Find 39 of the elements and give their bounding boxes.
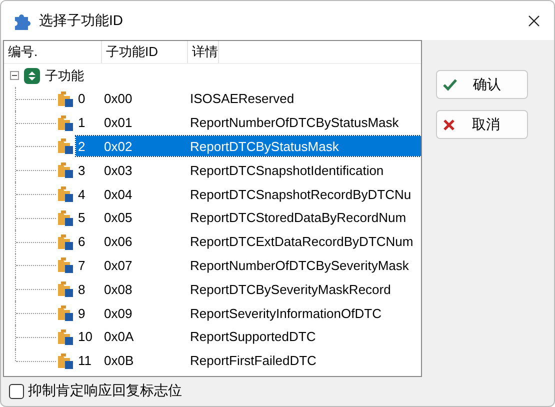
tree-row[interactable]: 6 0x06 ReportDTCExtDataRecordByDTCNum: [76, 232, 421, 252]
folder-icon: [56, 232, 74, 251]
close-icon[interactable]: [528, 14, 540, 26]
close-icon: [443, 118, 455, 130]
tree-row[interactable]: 8 0x08 ReportDTCBySeverityMaskRecord: [76, 279, 421, 300]
tree-root-label[interactable]: 子功能: [45, 66, 84, 84]
tree-row[interactable]: 4 0x04 ReportDTCSnapshotRecordByDTCNu: [76, 184, 421, 204]
folder-icon: [56, 185, 74, 204]
tree-row[interactable]: 11 0x0B ReportFirstFailedDTC: [76, 350, 421, 371]
folder-icon: [56, 256, 74, 274]
column-header[interactable]: 详情: [188, 41, 219, 63]
folder-icon: [56, 114, 74, 132]
tree-row[interactable]: 5 0x05 ReportDTCStoredDataByRecordNum: [76, 208, 421, 228]
collapse-icon[interactable]: [10, 71, 19, 80]
checkbox[interactable]: [9, 384, 24, 398]
tree-row[interactable]: 3 0x03 ReportDTCSnapshotIdentification: [76, 160, 421, 180]
folder-icon: [56, 328, 74, 346]
window-title: 选择子功能ID: [39, 12, 123, 30]
column-header[interactable]: 编号.: [4, 41, 102, 63]
folder-icon: [56, 161, 74, 180]
tree-row[interactable]: 0 0x00 ISOSAEReserved: [76, 88, 421, 109]
tree-row[interactable]: 2 0x02 ReportDTCByStatusMask: [76, 136, 421, 156]
folder-icon: [56, 352, 74, 370]
folder-icon: [56, 137, 74, 156]
cancel-button[interactable]: 取消: [436, 110, 528, 139]
folder-icon: [56, 208, 74, 227]
tree-row[interactable]: 7 0x07 ReportNumberOfDTCBySeverityMask: [76, 255, 421, 276]
check-icon: [443, 78, 457, 90]
confirm-button[interactable]: 确认: [436, 70, 528, 99]
tree-row[interactable]: 10 0x0A ReportSupportedDTC: [76, 326, 421, 347]
tree-row[interactable]: 9 0x09 ReportSeverityInformationOfDTC: [76, 303, 421, 324]
folder-icon: [56, 304, 74, 322]
column-header[interactable]: 子功能ID: [102, 41, 188, 63]
tree-list[interactable]: [3, 40, 422, 377]
tree-row[interactable]: 1 0x01 ReportNumberOfDTCByStatusMask: [76, 112, 421, 133]
checkbox-label[interactable]: 抑制肯定响应回复标志位: [28, 382, 182, 400]
folder-icon: [56, 90, 74, 108]
sort-icon: [23, 66, 41, 84]
folder-icon: [56, 280, 74, 298]
